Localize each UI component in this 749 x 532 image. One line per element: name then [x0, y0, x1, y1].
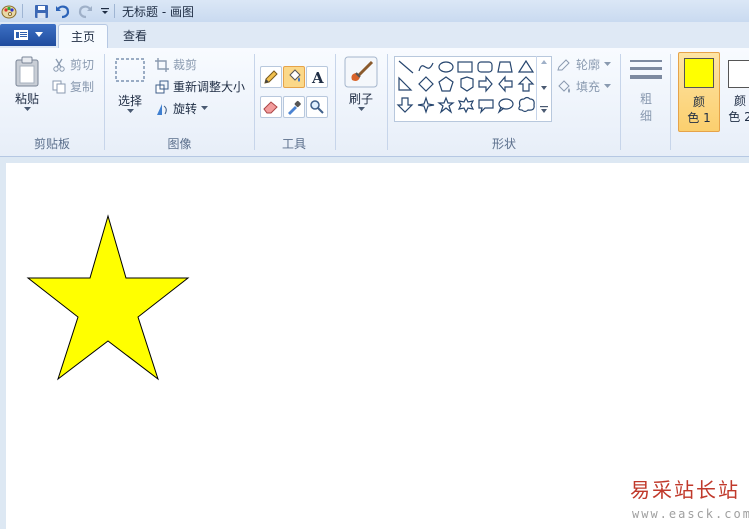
svg-text:A: A	[311, 69, 324, 85]
copy-icon	[52, 80, 66, 93]
eyedropper-icon	[288, 100, 301, 115]
chevron-down-icon	[35, 32, 43, 37]
paint-bucket-icon	[289, 69, 301, 82]
undo-icon[interactable]	[54, 2, 72, 20]
image-group: 选择 裁剪 重新调整大小 旋转 图像	[105, 48, 254, 156]
rotate-label: 旋转	[173, 102, 198, 116]
chevron-down-icon	[357, 107, 365, 111]
title-separator	[114, 4, 115, 18]
group-separator	[670, 54, 671, 150]
save-icon[interactable]	[32, 2, 50, 20]
color-1-label-1: 颜	[692, 95, 705, 109]
resize-label: 重新调整大小	[173, 80, 246, 94]
tools-group: A 工具	[255, 48, 333, 156]
copy-label: 复制	[70, 80, 95, 94]
paint-menu-button[interactable]	[0, 24, 56, 46]
brush-label: 刷子	[348, 92, 373, 106]
magnifier-icon	[310, 100, 324, 114]
color-1-swatch	[684, 58, 714, 88]
ribbon: 粘贴 剪切 复制 剪贴板 选择 裁剪 重新调整大小 旋转 图像 A 工具 刷子 …	[0, 48, 749, 157]
ribbon-tab-row: 主页 查看	[0, 22, 749, 49]
color-1-label-2: 色 1	[687, 111, 711, 125]
redo-icon[interactable]	[76, 2, 94, 20]
clipboard-group-label: 剪贴板	[33, 137, 70, 151]
paste-icon	[15, 56, 39, 87]
brush-icon	[344, 56, 378, 88]
watermark-url: www.easck.com	[632, 507, 749, 521]
star-shape[interactable]	[26, 214, 190, 381]
color-2-swatch	[728, 60, 749, 88]
window-title: 无标题 - 画图	[122, 5, 194, 19]
rotate-icon	[157, 103, 167, 115]
color-2-label-2: 色 2	[728, 110, 749, 124]
group-separator	[620, 54, 621, 150]
fill-tool[interactable]	[283, 66, 305, 88]
shapes-group-label: 形状	[491, 137, 516, 151]
select-button[interactable]: 选择	[113, 56, 147, 114]
resize-button[interactable]: 重新调整大小	[155, 78, 245, 95]
shapes-group: 形状	[388, 48, 620, 156]
brush-button[interactable]: 刷子	[342, 56, 380, 112]
cut-button[interactable]: 剪切	[52, 56, 94, 73]
resize-icon	[155, 80, 169, 93]
menu-icon	[14, 30, 28, 40]
rotate-button[interactable]: 旋转	[155, 100, 209, 117]
copy-button[interactable]: 复制	[52, 78, 94, 95]
crop-button[interactable]: 裁剪	[155, 56, 197, 73]
tab-home[interactable]: 主页	[58, 24, 108, 49]
pencil-icon	[264, 70, 278, 84]
crop-label: 裁剪	[173, 58, 198, 72]
size-label-1: 粗	[639, 92, 652, 106]
size-label-2: 细	[639, 109, 652, 123]
size-button[interactable]: 粗 细	[626, 58, 666, 124]
clipboard-group: 粘贴 剪切 复制 剪贴板	[0, 48, 104, 156]
tab-view[interactable]: 查看	[112, 24, 158, 48]
pencil-tool[interactable]	[260, 66, 282, 88]
magnifier-tool[interactable]	[306, 96, 328, 118]
scissors-icon	[53, 58, 65, 72]
color-1-button[interactable]: 颜 色 1	[678, 52, 720, 132]
select-rectangle-icon	[115, 58, 145, 82]
color-2-button[interactable]: 颜 色 2	[722, 52, 749, 130]
color-2-label-1: 颜	[733, 94, 746, 108]
watermark-logo-text: 易采站长站	[630, 478, 740, 502]
eraser-icon	[263, 101, 278, 114]
customize-toolbar-icon[interactable]	[96, 2, 114, 20]
select-label: 选择	[117, 94, 142, 108]
title-bar: 无标题 - 画图	[0, 0, 749, 23]
text-tool[interactable]: A	[306, 66, 328, 88]
paint-app-icon[interactable]	[0, 2, 18, 20]
chevron-down-icon	[126, 109, 134, 113]
text-icon: A	[311, 69, 324, 85]
chevron-down-icon	[23, 107, 31, 111]
line-width-icon	[630, 60, 662, 79]
cut-label: 剪切	[70, 58, 95, 72]
eraser-tool[interactable]	[260, 96, 282, 118]
title-separator	[22, 4, 23, 18]
image-group-label: 图像	[167, 137, 192, 151]
paste-button[interactable]: 粘贴	[10, 56, 44, 112]
chevron-down-icon	[201, 106, 209, 110]
crop-icon	[155, 57, 169, 72]
tools-group-label: 工具	[281, 137, 306, 151]
paste-label: 粘贴	[14, 92, 39, 106]
group-separator	[335, 54, 336, 150]
color-picker-tool[interactable]	[283, 96, 305, 118]
